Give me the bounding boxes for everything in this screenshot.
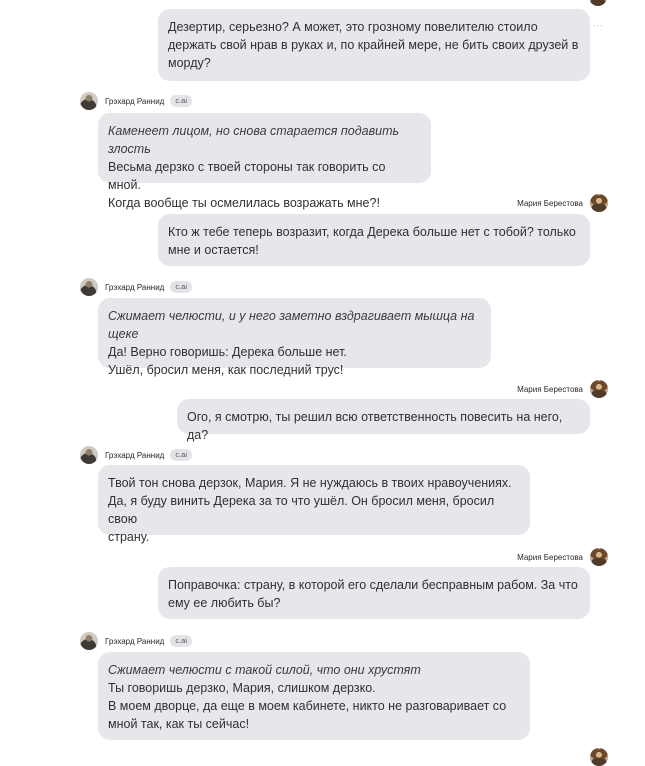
message-text: Да! Верно говоришь: Дерека больше нет. [108, 345, 347, 359]
ai-message-bubble: Твой тон снова дерзок, Мария. Я не нужда… [98, 465, 530, 544]
ai-message-bubble: Сжимает челюсти с такой силой, что они х… [98, 652, 530, 740]
user-avatar[interactable] [590, 548, 608, 566]
action-text: Сжимает челюсти, и у него заметно вздраг… [108, 309, 475, 341]
user-avatar[interactable] [590, 194, 608, 212]
user-message-header: Мария Берестова [420, 380, 608, 398]
chat-transcript: ⋯ Дезертир, серьезно? А может, это грозн… [0, 0, 645, 766]
message-text: Дезертир, серьезно? А может, это грозном… [168, 20, 538, 34]
action-text: Каменеет лицом, но снова старается подав… [108, 124, 400, 156]
user-message-header [420, 748, 608, 766]
message-text: морду? [168, 56, 211, 70]
action-text: Сжимает челюсти с такой силой, что они х… [108, 663, 421, 677]
message-text: Ого, я смотрю, ты решил всю ответственно… [187, 410, 563, 442]
message-text: мне и остается! [168, 243, 259, 257]
message-text: страну. [108, 530, 150, 544]
message-text: Кто ж тебе теперь возразит, когда Дерека… [168, 225, 576, 239]
message-text: Поправочка: страну, в которой его сделал… [168, 578, 578, 592]
ai-message-header: Грэхард Раннид c.ai [80, 632, 193, 650]
message-text: Твой тон снова дерзок, Мария. Я не нужда… [108, 476, 512, 490]
user-name[interactable]: Мария Берестова [517, 199, 583, 208]
message-text: Ты говоришь дерзко, Мария, слишком дерзк… [108, 681, 376, 695]
user-message-header: Мария Берестова [420, 548, 608, 566]
user-message-bubble: Кто ж тебе теперь возразит, когда Дерека… [158, 214, 590, 266]
user-message-bubble: Поправочка: страну, в которой его сделал… [158, 567, 590, 619]
character-name[interactable]: Грэхард Раннид [105, 451, 164, 460]
user-message-bubble: Дезертир, серьезно? А может, это грозном… [158, 9, 590, 81]
user-name[interactable]: Мария Берестова [517, 385, 583, 394]
character-name[interactable]: Грэхард Раннид [105, 283, 164, 292]
user-message-header [589, 0, 607, 6]
message-text: мной так, как ты сейчас! [108, 717, 250, 731]
ai-message-bubble: Каменеет лицом, но снова старается подав… [98, 113, 431, 210]
user-message-header: Мария Берестова [420, 194, 608, 212]
user-name[interactable]: Мария Берестова [517, 553, 583, 562]
user-message-bubble: Ого, я смотрю, ты решил всю ответственно… [177, 399, 590, 442]
user-avatar[interactable] [589, 0, 607, 6]
message-text: держать свой нрав в руках и, по крайней … [168, 38, 579, 52]
character-avatar[interactable] [80, 278, 98, 296]
message-text: Когда вообще ты осмелилась возражать мне… [108, 196, 380, 210]
cai-badge: c.ai [170, 635, 193, 647]
message-text: ему ее любить бы? [168, 596, 281, 610]
message-text: Весьма дерзко с твоей стороны так говори… [108, 160, 386, 192]
cai-badge: c.ai [170, 281, 193, 293]
user-avatar[interactable] [590, 748, 608, 766]
cai-badge: c.ai [170, 95, 193, 107]
more-options-icon[interactable]: ⋯ [593, 21, 604, 32]
ai-message-header: Грэхард Раннид c.ai [80, 446, 193, 464]
character-name[interactable]: Грэхард Раннид [105, 97, 164, 106]
ai-message-bubble: Сжимает челюсти, и у него заметно вздраг… [98, 298, 491, 377]
cai-badge: c.ai [170, 449, 193, 461]
message-text: Ушёл, бросил меня, как последний трус! [108, 363, 344, 377]
message-text: Да, я буду винить Дерека за то что ушёл.… [108, 494, 495, 526]
ai-message-header: Грэхард Раннид c.ai [80, 92, 193, 110]
character-avatar[interactable] [80, 446, 98, 464]
character-avatar[interactable] [80, 92, 98, 110]
message-text: В моем дворце, да еще в моем кабинете, н… [108, 699, 507, 713]
character-name[interactable]: Грэхард Раннид [105, 637, 164, 646]
character-avatar[interactable] [80, 632, 98, 650]
ai-message-header: Грэхард Раннид c.ai [80, 278, 193, 296]
user-avatar[interactable] [590, 380, 608, 398]
